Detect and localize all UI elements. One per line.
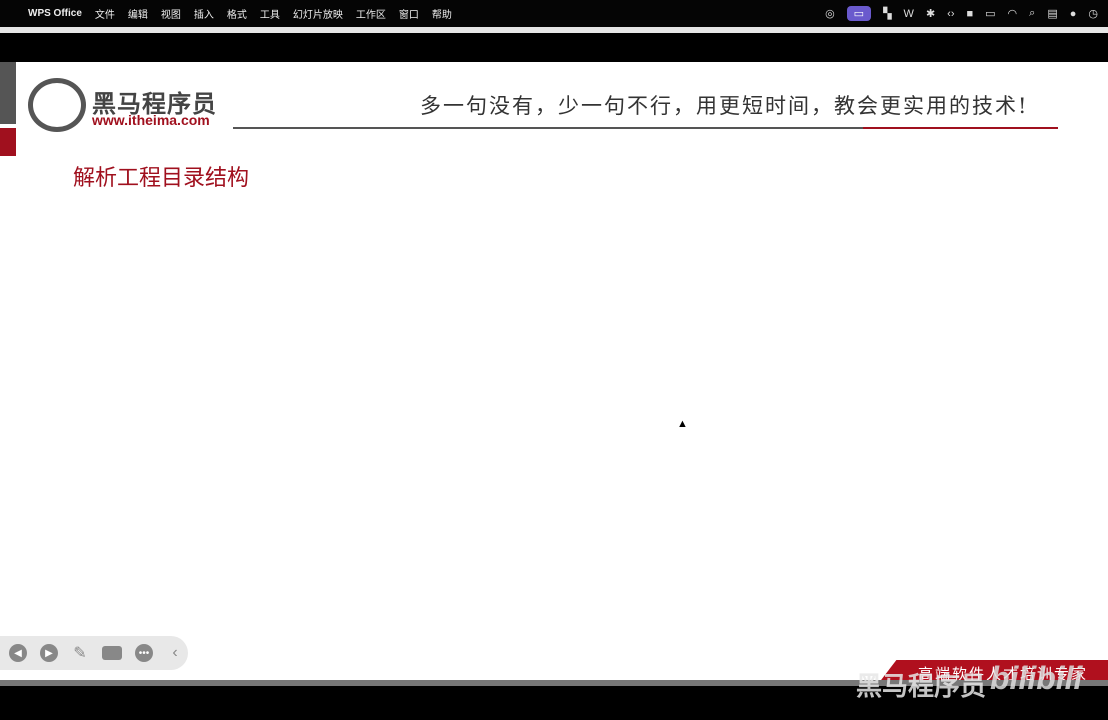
more-icon[interactable]: ••• <box>135 644 153 662</box>
bilibili-watermark: bilibili <box>990 660 1083 696</box>
network-icon[interactable]: ◎ <box>825 7 835 20</box>
menu-insert[interactable]: 插入 <box>194 6 214 21</box>
menu-window[interactable]: 窗口 <box>399 6 419 21</box>
menu-format[interactable]: 格式 <box>227 6 247 21</box>
collapse-icon[interactable]: ‹ <box>166 644 184 662</box>
menu-file[interactable]: 文件 <box>95 6 115 21</box>
status-tray: ◎ ▭ ▚ W ✱ ‹› ■ ▭ ◠ ⌕ ▤ ● ◷ <box>825 0 1098 27</box>
menu-tools[interactable]: 工具 <box>260 6 280 21</box>
screen-share-icon[interactable]: ▭ <box>846 6 872 21</box>
code-icon[interactable]: ‹› <box>947 8 954 20</box>
wifi-icon[interactable]: ◠ <box>1008 7 1018 20</box>
brand-url: www.itheima.com <box>92 112 210 128</box>
presentation-toolbar: ◀ ▶ ✎ ••• ‹ <box>0 636 188 670</box>
slogan: 多一句没有，少一句不行，用更短时间，教会更实用的技术! <box>420 94 1029 118</box>
brand-watermark: 黑马程序员 <box>856 671 987 701</box>
header-divider-accent <box>863 127 1058 129</box>
pen-icon[interactable]: ✎ <box>71 644 89 662</box>
wps-icon[interactable]: W <box>904 8 914 20</box>
bookmark-icon[interactable]: ▚ <box>883 7 891 20</box>
left-decor-gray <box>0 62 16 124</box>
control-center-icon[interactable]: ▤ <box>1047 7 1057 20</box>
camera-icon[interactable] <box>102 646 122 660</box>
menu-view[interactable]: 视图 <box>161 6 181 21</box>
menu-bar: WPS Office 文件 编辑 视图 插入 格式 工具 幻灯片放映 工作区 窗… <box>0 0 1108 27</box>
horse-logo-icon <box>28 78 86 132</box>
siri-icon[interactable]: ● <box>1070 8 1077 20</box>
left-decor-red <box>0 128 16 156</box>
slide-title: 解析工程目录结构 <box>73 165 250 190</box>
input-method-icon[interactable]: ■ <box>966 8 973 20</box>
clock-icon[interactable]: ◷ <box>1088 7 1098 20</box>
app-name[interactable]: WPS Office <box>28 8 82 19</box>
bluetooth-icon[interactable]: ✱ <box>926 7 935 20</box>
menu-workspace[interactable]: 工作区 <box>356 6 386 21</box>
next-icon[interactable]: ▶ <box>40 644 58 662</box>
toolbar-strip <box>0 27 1108 33</box>
slide: 黑马程序员 www.itheima.com 多一句没有，少一句不行，用更短时间，… <box>0 62 1108 684</box>
previous-icon[interactable]: ◀ <box>9 644 27 662</box>
battery-icon[interactable]: ▭ <box>985 7 995 20</box>
menu-help[interactable]: 帮助 <box>432 6 452 21</box>
menu-slideshow[interactable]: 幻灯片放映 <box>293 6 343 21</box>
mouse-cursor-icon: ▲ <box>677 418 688 430</box>
menu-edit[interactable]: 编辑 <box>128 6 148 21</box>
search-icon[interactable]: ⌕ <box>1029 7 1035 20</box>
